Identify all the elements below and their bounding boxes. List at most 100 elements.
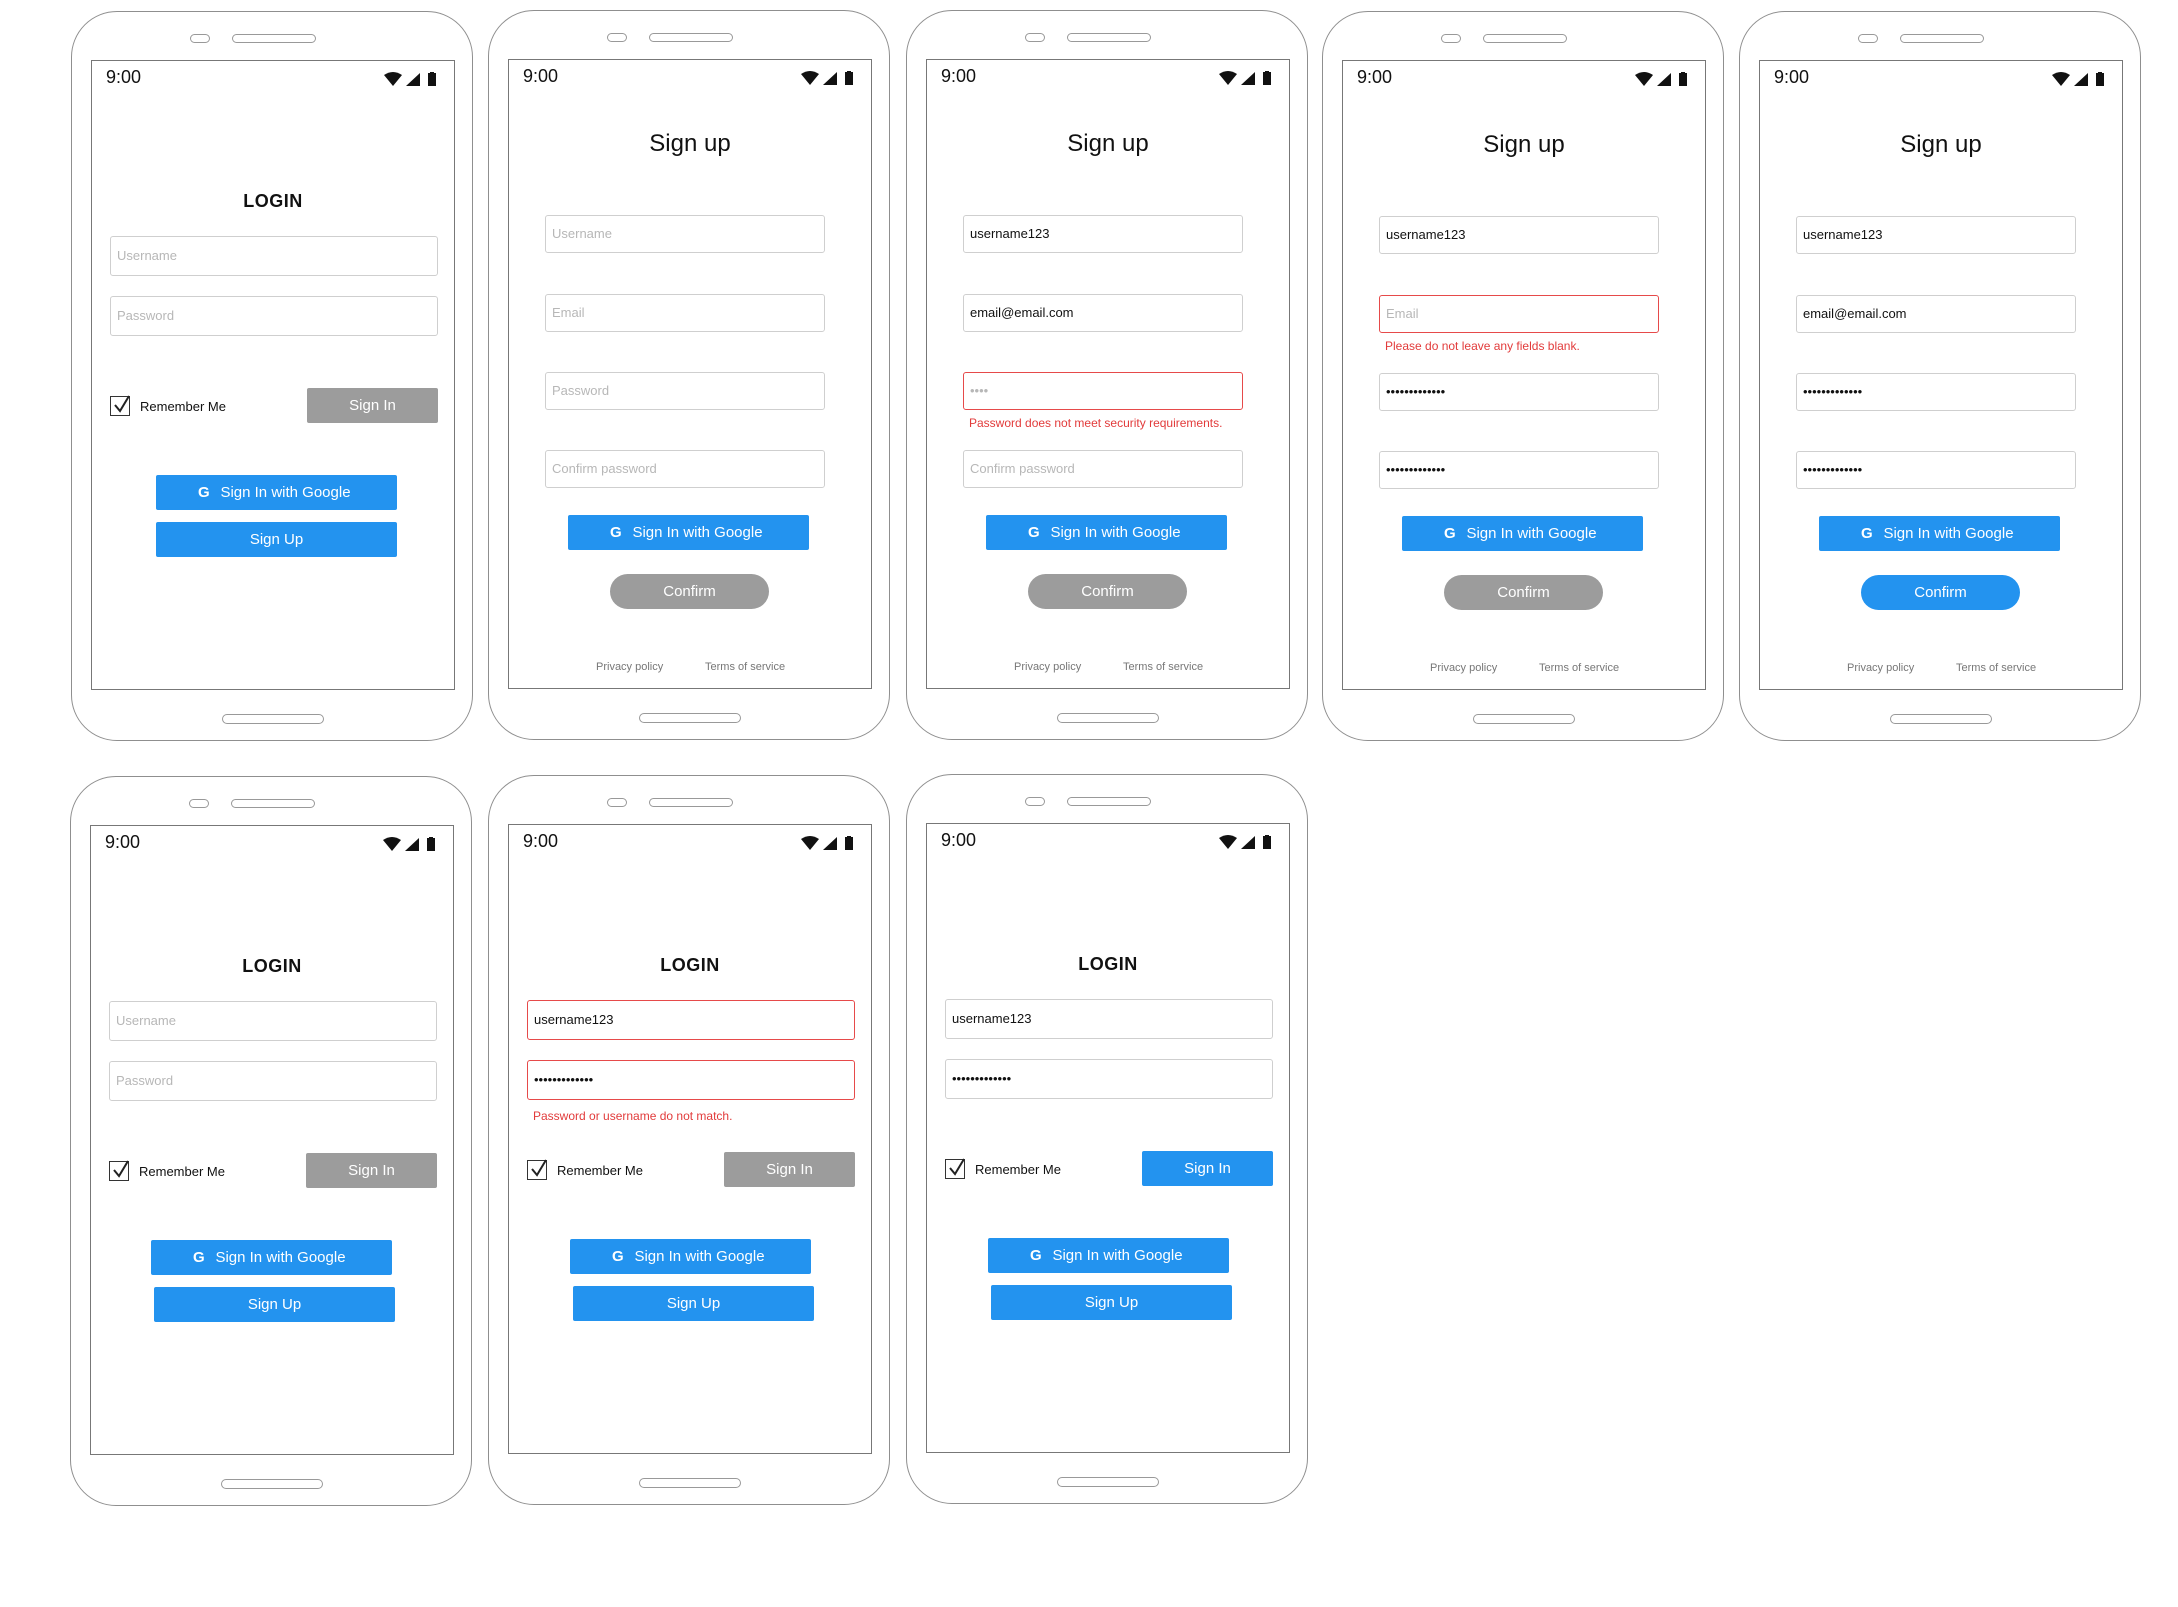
email-input[interactable]: email@email.com <box>963 294 1243 332</box>
remember-me-checkbox[interactable] <box>109 1160 129 1181</box>
page-title: LOGIN <box>660 955 720 975</box>
google-icon: G <box>610 524 622 541</box>
username-input[interactable]: username123 <box>963 215 1243 253</box>
username-input[interactable]: username123 <box>1796 216 2076 254</box>
front-camera <box>190 34 210 43</box>
confirm-button[interactable]: Confirm <box>1444 575 1603 610</box>
remember-me-checkbox[interactable] <box>945 1158 965 1179</box>
google-sign-in-label: Sign In with Google <box>1466 525 1597 542</box>
password-input[interactable]: ••••••••••••• <box>945 1059 1273 1099</box>
password-input[interactable]: Password <box>545 372 825 410</box>
earpiece-speaker <box>1067 797 1151 806</box>
email-input[interactable]: Email <box>1379 295 1659 333</box>
google-sign-in-label: Sign In with Google <box>1050 524 1181 541</box>
phone-signup-blank-error: 9:00 Sign up username123 Email Please do… <box>1322 11 1724 741</box>
earpiece-speaker <box>649 798 733 807</box>
sign-up-label: Sign Up <box>1084 1294 1139 1311</box>
google-sign-in-label: Sign In with Google <box>634 1248 765 1265</box>
password-input[interactable]: ••••••••••••• <box>527 1060 855 1100</box>
username-input[interactable]: Username <box>110 236 438 276</box>
front-camera <box>607 33 627 42</box>
privacy-policy-link[interactable]: Privacy policy <box>1847 662 1914 674</box>
sign-in-button[interactable]: Sign In <box>724 1152 855 1187</box>
username-input[interactable]: Username <box>109 1001 437 1041</box>
status-time: 9:00 <box>106 67 142 87</box>
google-sign-in-button[interactable]: G Sign In with Google <box>570 1239 811 1274</box>
status-time: 9:00 <box>523 66 559 86</box>
confirm-button[interactable]: Confirm <box>610 574 769 609</box>
privacy-policy-link[interactable]: Privacy policy <box>596 661 663 673</box>
confirm-password-input[interactable]: Confirm password <box>963 450 1243 488</box>
front-camera <box>607 798 627 807</box>
email-input[interactable]: email@email.com <box>1796 295 2076 333</box>
username-input[interactable]: username123 <box>527 1000 855 1040</box>
remember-me-label: Remember Me <box>140 399 226 414</box>
privacy-policy-link[interactable]: Privacy policy <box>1014 661 1081 673</box>
google-icon: G <box>1861 525 1873 542</box>
google-sign-in-label: Sign In with Google <box>1883 525 2014 542</box>
google-sign-in-button[interactable]: G Sign In with Google <box>156 475 397 510</box>
privacy-policy-link[interactable]: Privacy policy <box>1430 662 1497 674</box>
password-input[interactable]: ••••••••••••• <box>1796 373 2076 411</box>
google-sign-in-button[interactable]: G Sign In with Google <box>568 515 809 550</box>
status-time: 9:00 <box>941 66 977 86</box>
username-input[interactable]: username123 <box>1379 216 1659 254</box>
password-input[interactable]: ••••••••••••• <box>1379 373 1659 411</box>
google-icon: G <box>198 484 210 501</box>
front-camera <box>1858 34 1878 43</box>
home-button <box>639 1478 741 1488</box>
google-sign-in-button[interactable]: G Sign In with Google <box>1402 516 1643 551</box>
confirm-button[interactable]: Confirm <box>1028 574 1187 609</box>
sign-up-button[interactable]: Sign Up <box>573 1286 814 1321</box>
phone-login-mismatch-error: 9:00 LOGIN username123 ••••••••••••• Pas… <box>488 775 890 1505</box>
sign-up-button[interactable]: Sign Up <box>991 1285 1232 1320</box>
confirm-label: Confirm <box>1914 584 1967 601</box>
sign-in-label: Sign In <box>1184 1160 1231 1177</box>
email-input[interactable]: Email <box>545 294 825 332</box>
confirm-password-input[interactable]: Confirm password <box>545 450 825 488</box>
google-sign-in-button[interactable]: G Sign In with Google <box>986 515 1227 550</box>
sign-in-button[interactable]: Sign In <box>307 388 438 423</box>
terms-of-service-link[interactable]: Terms of service <box>1123 661 1203 673</box>
home-button <box>1890 714 1992 724</box>
sign-up-button[interactable]: Sign Up <box>156 522 397 557</box>
confirm-password-input[interactable]: ••••••••••••• <box>1379 451 1659 489</box>
terms-of-service-link[interactable]: Terms of service <box>1956 662 2036 674</box>
google-sign-in-button[interactable]: G Sign In with Google <box>151 1240 392 1275</box>
earpiece-speaker <box>232 34 316 43</box>
google-icon: G <box>1444 525 1456 542</box>
google-sign-in-button[interactable]: G Sign In with Google <box>988 1238 1229 1273</box>
confirm-password-input[interactable]: ••••••••••••• <box>1796 451 2076 489</box>
terms-of-service-link[interactable]: Terms of service <box>1539 662 1619 674</box>
confirm-button[interactable]: Confirm <box>1861 575 2020 610</box>
terms-of-service-link[interactable]: Terms of service <box>705 661 785 673</box>
password-input[interactable]: Password <box>109 1061 437 1101</box>
status-time: 9:00 <box>1357 67 1393 87</box>
confirm-label: Confirm <box>663 583 716 600</box>
page-title: LOGIN <box>242 956 302 976</box>
remember-me-label: Remember Me <box>975 1162 1061 1177</box>
home-button <box>639 713 741 723</box>
screen: 9:00 LOGIN username123 ••••••••••••• Rem… <box>926 823 1290 1453</box>
confirm-label: Confirm <box>1081 583 1134 600</box>
home-button <box>1057 713 1159 723</box>
password-input[interactable]: Password <box>110 296 438 336</box>
username-input[interactable]: username123 <box>945 999 1273 1039</box>
remember-me-checkbox[interactable] <box>110 395 130 416</box>
front-camera <box>1025 33 1045 42</box>
screen: 9:00 Sign up username123 email@email.com… <box>926 59 1290 689</box>
sign-up-button[interactable]: Sign Up <box>154 1287 395 1322</box>
phone-login-empty-2: 9:00 LOGIN Username Password Remember Me… <box>70 776 472 1506</box>
phone-signup-empty: 9:00 Sign up Username Email Password Con… <box>488 10 890 740</box>
status-time: 9:00 <box>105 832 141 852</box>
google-sign-in-button[interactable]: G Sign In with Google <box>1819 516 2060 551</box>
front-camera <box>1025 797 1045 806</box>
login-error-message: Password or username do not match. <box>533 1109 733 1123</box>
sign-in-button[interactable]: Sign In <box>306 1153 437 1188</box>
password-input[interactable]: •••• <box>963 372 1243 410</box>
sign-in-button[interactable]: Sign In <box>1142 1151 1273 1186</box>
status-icons <box>2052 72 2110 86</box>
blank-field-error-message: Please do not leave any fields blank. <box>1385 339 1580 353</box>
remember-me-checkbox[interactable] <box>527 1159 547 1180</box>
username-input[interactable]: Username <box>545 215 825 253</box>
